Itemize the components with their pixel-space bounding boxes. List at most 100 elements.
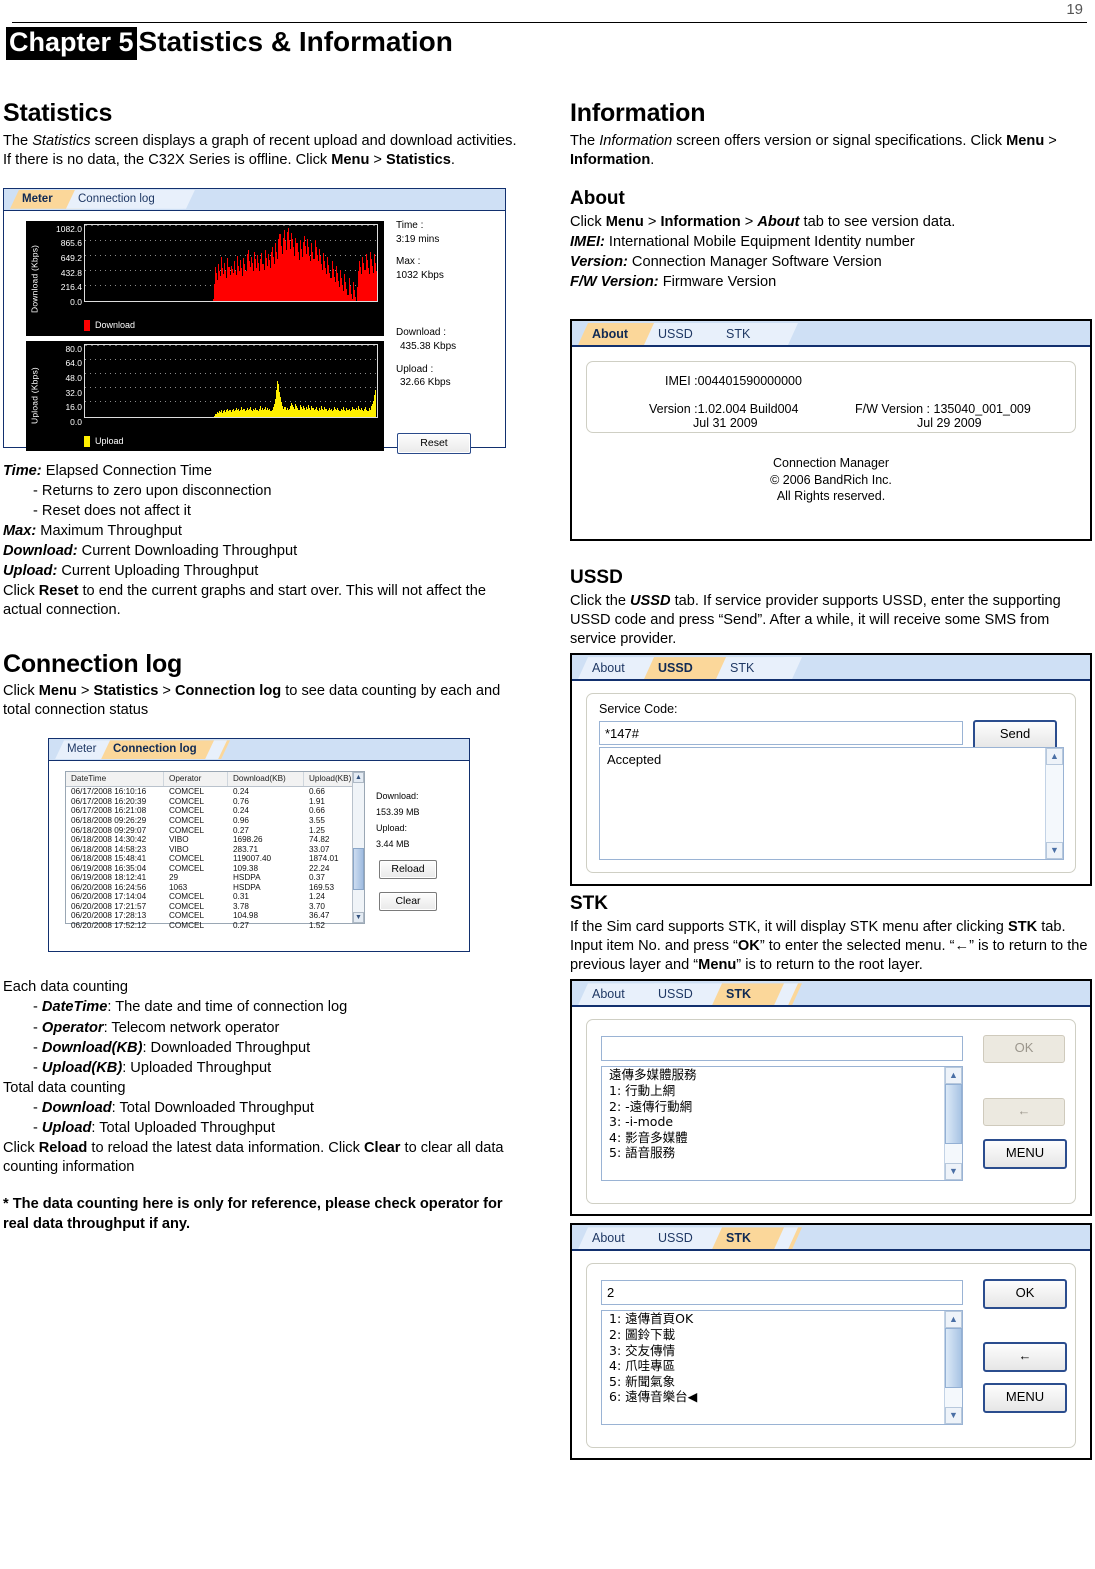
list-item[interactable]: 3: -i-mode	[602, 1114, 962, 1130]
scroll-down-icon[interactable]: ▼	[1046, 842, 1063, 860]
log-body: DateTime Operator Download(KB) Upload(KB…	[49, 761, 469, 952]
back-button[interactable]: ←	[983, 1098, 1065, 1127]
about-copyright: © 2006 BandRich Inc.	[770, 472, 892, 487]
table-row[interactable]: 06/17/2008 16:21:08 COMCEL 0.24 0.66	[66, 806, 364, 816]
download-legend: Download	[84, 319, 135, 331]
connection-log-list[interactable]: DateTime Operator Download(KB) Upload(KB…	[65, 771, 365, 930]
about-def-version: Version: Connection Manager Software Ver…	[570, 253, 882, 270]
table-cell: VIBO	[169, 835, 189, 845]
table-cell: HSDPA	[233, 873, 261, 883]
table-cell: COMCEL	[169, 901, 205, 911]
table-row[interactable]: 06/19/2008 16:35:04 COMCEL 109.38 22.24	[66, 864, 364, 874]
table-cell: 283.71	[233, 844, 259, 854]
ussd-output-text: Accepted	[607, 752, 662, 768]
list-item[interactable]: 2: 圖鈴下載	[602, 1327, 962, 1343]
list-item[interactable]: 3: 交友傳情	[602, 1343, 962, 1359]
scroll-down-icon[interactable]: ▼	[945, 1407, 962, 1425]
stk2-tabstrip: About USSD STK	[572, 1225, 1090, 1252]
clear-button[interactable]: Clear	[379, 892, 437, 912]
scroll-up-icon[interactable]: ▲	[945, 1311, 962, 1329]
information-intro: The Information screen offers version or…	[570, 132, 1057, 168]
connection-log-heading: Connection log	[3, 649, 183, 678]
scroll-thumb[interactable]	[353, 847, 364, 890]
menu-button[interactable]: MENU	[983, 1383, 1067, 1414]
list-item[interactable]: 4: 爪哇專區	[602, 1358, 962, 1374]
ussd-scrollbar[interactable]: ▲ ▼	[1045, 748, 1063, 860]
menu-button[interactable]: MENU	[983, 1139, 1067, 1170]
table-cell: 06/17/2008 16:20:39	[71, 796, 147, 806]
table-body: 06/17/2008 16:10:16 COMCEL 0.24 0.66 06/17/2…	[66, 787, 364, 930]
about-screenshot: About USSD STK IMEI :004401590000000 Ver…	[570, 319, 1092, 541]
back-button[interactable]: ←	[983, 1342, 1067, 1373]
list-item[interactable]: 遠傳多媒體服務	[602, 1067, 962, 1083]
about-intro: Click Menu > Information > About tab to …	[570, 213, 956, 230]
list-item[interactable]: 4: 影音多媒體	[602, 1130, 962, 1146]
table-row[interactable]: 06/19/2008 18:12:41 29 HSDPA 0.37	[66, 873, 364, 883]
table-row[interactable]: 06/18/2008 15:48:41 COMCEL 119007.40 1874.0…	[66, 854, 364, 864]
table-cell: 119007.40	[233, 854, 272, 864]
table-cell: 1063	[169, 882, 188, 892]
list-item[interactable]: 6: 遠傳音樂台◀	[602, 1389, 962, 1405]
table-cell: COMCEL	[169, 892, 205, 902]
page-number: 19	[1066, 1, 1083, 18]
ussd-output-box[interactable]: Accepted ▲ ▼	[599, 747, 1064, 861]
ok-button[interactable]: OK	[983, 1279, 1067, 1310]
service-code-input[interactable]: *147#	[599, 721, 963, 746]
version-date: Jul 31 2009	[693, 416, 758, 430]
imei-line: IMEI :004401590000000	[665, 374, 802, 388]
table-cell: 06/18/2008 09:29:07	[71, 825, 147, 835]
upload-legend: Upload	[84, 435, 124, 447]
scroll-up-icon[interactable]: ▲	[353, 772, 364, 784]
list-item[interactable]: 1: 行動上網	[602, 1083, 962, 1099]
stk-menu-list[interactable]: 1: 遠傳首頁OK 2: 圖鈴下載 3: 交友傳情 4: 爪哇專區 5: 新聞氣象 6: …	[601, 1310, 963, 1426]
fw-version-date: Jul 29 2009	[917, 416, 982, 430]
ussd-group: Service Code: *147# Send Accepted ▲ ▼	[586, 693, 1076, 874]
about-version-group: IMEI :004401590000000 Version :1.02.004 …	[586, 361, 1076, 433]
table-row[interactable]: 06/17/2008 16:20:39 COMCEL 0.76 1.91	[66, 797, 364, 807]
send-button[interactable]: Send	[973, 720, 1057, 751]
list-item[interactable]: 2: -遠傳行動網	[602, 1099, 962, 1115]
stk-menu-list[interactable]: 遠傳多媒體服務 1: 行動上網 2: -遠傳行動網 3: -i-mode 4: 影音多媒…	[601, 1066, 963, 1182]
stk-input[interactable]	[601, 1036, 963, 1062]
table-row[interactable]: 06/17/2008 16:10:16 COMCEL 0.24 0.66	[66, 787, 364, 797]
download-series	[85, 225, 377, 301]
max-label: Max :	[396, 256, 421, 268]
stk2-group: 2 1: 遠傳首頁OK 2: 圖鈴下載 3: 交友傳情 4: 爪哇專區 5: 新聞氣象 6…	[586, 1263, 1076, 1449]
download-plot-area	[84, 223, 378, 302]
stk1-body: 遠傳多媒體服務 1: 行動上網 2: -遠傳行動網 3: -i-mode 4: 影音多媒…	[572, 1007, 1090, 1218]
table-row[interactable]: 06/20/2008 16:24:56 1063 HSDPA 169.53	[66, 883, 364, 893]
list-item[interactable]: 5: 新聞氣象	[602, 1374, 962, 1390]
table-row[interactable]: 06/20/2008 17:14:04 COMCEL 0.31 1.24	[66, 892, 364, 902]
ussd-tabstrip: About USSD STK	[572, 655, 1090, 682]
stk-menu-items: 遠傳多媒體服務 1: 行動上網 2: -遠傳行動網 3: -i-mode 4: 影音多媒…	[602, 1067, 962, 1161]
list-item[interactable]: 5: 語音服務	[602, 1145, 962, 1161]
stk-input[interactable]: 2	[601, 1280, 963, 1306]
list-item[interactable]: 1: 遠傳首頁OK	[602, 1311, 962, 1327]
scroll-thumb[interactable]	[945, 1328, 962, 1389]
table-row[interactable]: 06/18/2008 14:58:23 VIBO 283.71 33.07	[66, 845, 364, 855]
table-row[interactable]: 06/18/2008 09:26:29 COMCEL 0.96 3.55	[66, 816, 364, 826]
table-row[interactable]: 06/20/2008 17:21:57 COMCEL 3.78 3.70	[66, 902, 364, 912]
scroll-up-icon[interactable]: ▲	[1046, 748, 1063, 766]
table-row[interactable]: 06/18/2008 09:29:07 COMCEL 0.27 1.25	[66, 826, 364, 836]
fw-version-label: F/W Version : 135040_001_009	[855, 402, 1031, 416]
version-label: Version :1.02.004 Build004	[649, 402, 799, 416]
log-scrollbar[interactable]: ▲ ▼	[352, 772, 364, 924]
table-row[interactable]: 06/20/2008 17:52:12 COMCEL 0.27 1.52	[66, 921, 364, 931]
scroll-up-icon[interactable]: ▲	[945, 1067, 962, 1085]
scroll-down-icon[interactable]: ▼	[945, 1163, 962, 1181]
about-rights: All Rights reserved.	[776, 489, 886, 503]
table-row[interactable]: 06/20/2008 17:28:13 COMCEL 104.98 36.47	[66, 911, 364, 921]
stk-scrollbar[interactable]: ▲ ▼	[944, 1311, 962, 1425]
stk-scrollbar[interactable]: ▲ ▼	[944, 1067, 962, 1181]
reload-button[interactable]: Reload	[379, 860, 437, 880]
scroll-thumb[interactable]	[945, 1084, 962, 1145]
table-cell: 06/18/2008 14:30:42	[71, 835, 147, 845]
ok-button[interactable]: OK	[983, 1035, 1065, 1064]
reset-button[interactable]: Reset	[397, 432, 471, 454]
scroll-down-icon[interactable]: ▼	[353, 912, 364, 924]
table-cell: 06/19/2008 16:35:04	[71, 863, 147, 873]
total-upload-label: Upload:	[376, 822, 408, 833]
chapter-heading: Chapter 5 Statistics & Information	[6, 26, 453, 61]
table-row[interactable]: 06/18/2008 14:30:42 VIBO 1698.26 74.82	[66, 835, 364, 845]
